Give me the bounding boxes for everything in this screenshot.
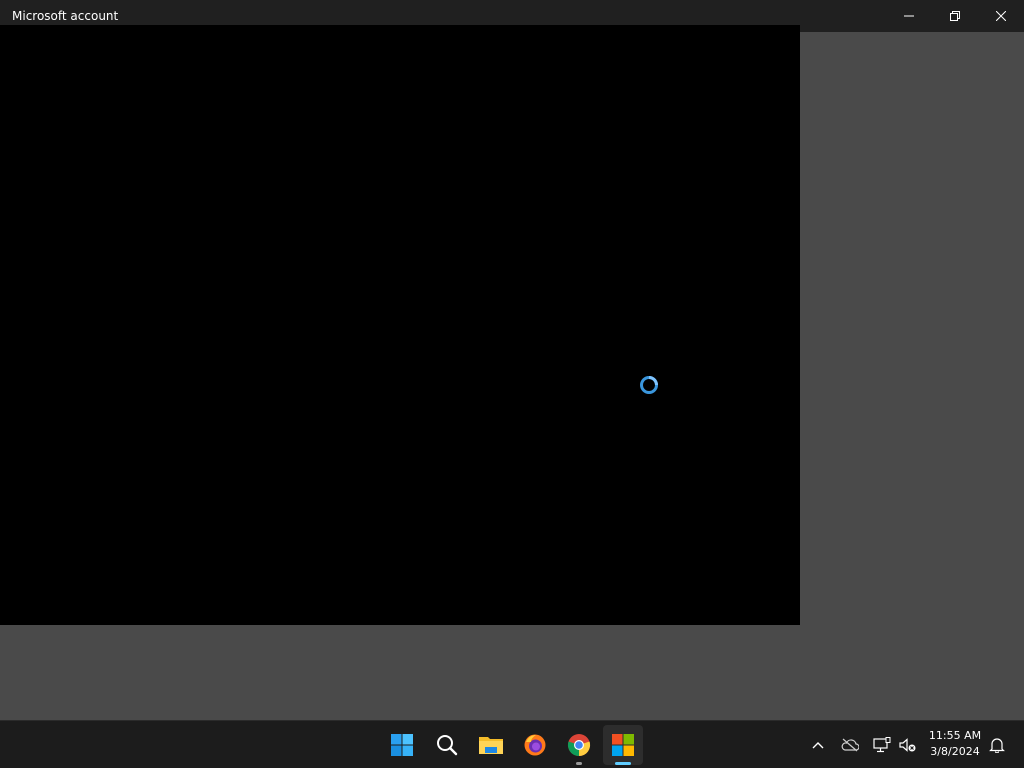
network-icon [873,737,891,753]
restore-button[interactable] [932,0,978,32]
chrome-icon [567,734,591,757]
chrome-button[interactable] [559,725,599,765]
volume-muted-icon [899,738,916,752]
start-button[interactable] [382,725,422,765]
chevron-up-icon [812,742,824,749]
close-button[interactable] [978,0,1024,32]
active-indicator [615,762,631,765]
firefox-button[interactable] [515,725,555,765]
web-content-area [0,25,800,625]
firefox-icon [524,734,546,756]
minimize-icon [904,15,914,17]
minimize-button[interactable] [886,0,932,32]
folder-icon [479,737,503,754]
volume-button[interactable] [895,733,919,757]
clock-time: 11:55 AM [928,729,982,742]
search-icon [437,735,458,756]
search-button[interactable] [427,725,467,765]
restore-icon [950,11,960,21]
close-icon [996,11,1006,21]
taskbar: 11:55 AM 3/8/2024 [0,720,1024,768]
loading-spinner-icon [640,376,658,394]
microsoft-logo-icon [612,734,634,756]
show-hidden-icons-button[interactable] [806,733,830,757]
clock-date: 3/8/2024 [930,745,980,758]
file-explorer-button[interactable] [471,725,511,765]
network-button[interactable] [870,733,894,757]
notification-bell-icon [989,738,1005,753]
window-title: Microsoft account [12,9,119,23]
notifications-button[interactable] [985,733,1009,757]
windows-start-icon [391,734,413,756]
onedrive-offline-icon [841,738,859,752]
taskbar-clock[interactable]: 11:55 AM 3/8/2024 [920,728,990,760]
microsoft-store-button[interactable] [603,725,643,765]
running-indicator [576,762,582,765]
onedrive-button[interactable] [838,733,862,757]
